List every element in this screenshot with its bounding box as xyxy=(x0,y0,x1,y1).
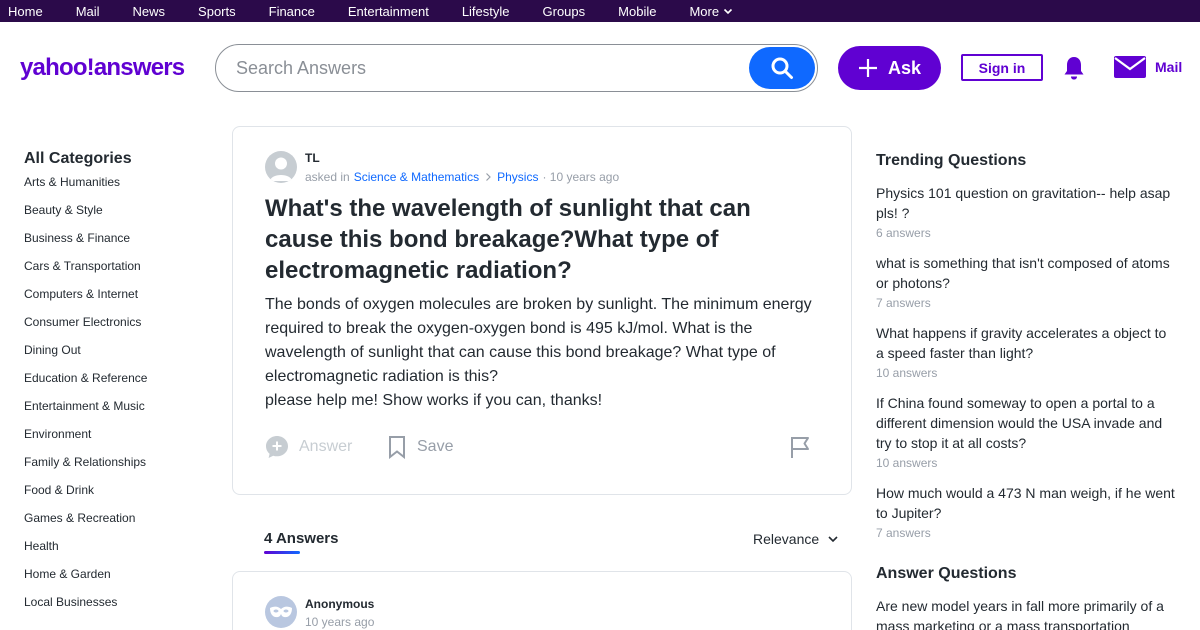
answerer-name: Anonymous xyxy=(305,597,375,611)
plus-icon xyxy=(858,59,877,77)
search-box xyxy=(215,44,818,92)
nav-mobile[interactable]: Mobile xyxy=(618,4,656,19)
chevron-down-icon xyxy=(828,536,838,543)
chevron-down-icon xyxy=(724,8,733,15)
trending-question-text: What happens if gravity accelerates a ob… xyxy=(876,325,1167,361)
search-icon xyxy=(771,57,793,79)
category-item[interactable]: Business & Finance xyxy=(24,230,214,258)
mail-icon xyxy=(1114,56,1146,78)
answer-button[interactable]: Answer xyxy=(265,435,352,459)
categories-title: All Categories xyxy=(24,150,132,167)
nav-lifestyle[interactable]: Lifestyle xyxy=(462,4,510,19)
question-meta: asked in Science & Mathematics Physics ·… xyxy=(305,170,619,184)
answer-time: 10 years ago xyxy=(305,615,375,629)
answer-questions-title: Answer Questions xyxy=(876,565,1017,582)
category-item[interactable]: Beauty & Style xyxy=(24,202,214,230)
bell-icon xyxy=(1064,57,1084,80)
answers-count: 4 Answers xyxy=(264,530,339,547)
subcategory-link[interactable]: Physics xyxy=(497,170,538,184)
open-question-text: Are new model years in fall more primari… xyxy=(876,598,1164,630)
nav-more-label: More xyxy=(689,3,720,19)
nav-news[interactable]: News xyxy=(133,4,166,19)
trending-question[interactable]: If China found someway to open a portal … xyxy=(876,393,1176,473)
report-button[interactable] xyxy=(789,435,821,459)
question-body: The bonds of oxygen molecules are broken… xyxy=(265,293,825,413)
trending-question[interactable]: How much would a 473 N man weigh, if he … xyxy=(876,483,1176,543)
category-item[interactable]: Dining Out xyxy=(24,342,214,370)
ask-label: Ask xyxy=(887,57,922,78)
top-nav-bar: Home Mail News Sports Finance Entertainm… xyxy=(0,0,1200,22)
nav-mail[interactable]: Mail xyxy=(76,4,100,19)
answer-card: Anonymous 10 years ago xyxy=(232,571,852,630)
category-item[interactable]: Local Businesses xyxy=(24,594,214,622)
question-time: · 10 years ago xyxy=(542,170,620,184)
category-item[interactable]: Family & Relationships xyxy=(24,454,214,482)
question-actions: Answer Save xyxy=(265,435,821,463)
category-item[interactable]: Cars & Transportation xyxy=(24,258,214,286)
category-item[interactable]: Games & Recreation xyxy=(24,510,214,538)
category-item[interactable]: Education & Reference xyxy=(24,370,214,398)
trending-question-text: Physics 101 question on gravitation-- he… xyxy=(876,185,1171,221)
nav-sports[interactable]: Sports xyxy=(198,4,236,19)
trending-question-text: what is something that isn't composed of… xyxy=(876,255,1170,291)
sign-in-button[interactable]: Sign in xyxy=(961,54,1043,81)
category-item[interactable]: Home & Garden xyxy=(24,566,214,594)
mail-label: Mail xyxy=(1155,59,1183,75)
category-item[interactable]: Consumer Electronics xyxy=(24,314,214,342)
bookmark-icon xyxy=(389,436,405,459)
nav-more[interactable]: More xyxy=(689,4,733,19)
answer-plus-icon xyxy=(266,436,288,458)
avatar xyxy=(265,596,297,628)
notifications-button[interactable] xyxy=(1062,55,1086,86)
trending-question[interactable]: What happens if gravity accelerates a ob… xyxy=(876,323,1176,383)
trending-answer-count: 7 answers xyxy=(876,526,931,540)
anonymous-mask-icon xyxy=(270,606,292,618)
asker-name[interactable]: TL xyxy=(305,151,320,165)
search-button[interactable] xyxy=(749,47,815,89)
save-button[interactable]: Save xyxy=(387,435,453,459)
right-rail: Trending Questions Physics 101 question … xyxy=(876,152,1176,630)
trending-title: Trending Questions xyxy=(876,152,1027,169)
category-item[interactable]: Computers & Internet xyxy=(24,286,214,314)
sort-label: Relevance xyxy=(753,531,820,547)
open-question[interactable]: Are new model years in fall more primari… xyxy=(876,596,1176,630)
avatar[interactable] xyxy=(265,151,297,183)
category-item[interactable]: Health xyxy=(24,538,214,566)
sort-dropdown[interactable]: Relevance xyxy=(753,531,839,547)
asked-in-label: asked in xyxy=(305,170,350,184)
chevron-right-icon xyxy=(486,173,491,181)
trending-answer-count: 10 answers xyxy=(876,366,938,380)
nav-finance[interactable]: Finance xyxy=(269,4,315,19)
save-label: Save xyxy=(417,438,454,455)
category-list: Arts & Humanities Beauty & Style Busines… xyxy=(24,174,214,622)
category-link[interactable]: Science & Mathematics xyxy=(354,170,479,184)
flag-icon xyxy=(791,437,809,458)
trending-question-text: How much would a 473 N man weigh, if he … xyxy=(876,485,1175,521)
question-body-text: The bonds of oxygen molecules are broken… xyxy=(265,296,812,385)
trending-answer-count: 6 answers xyxy=(876,226,931,240)
yahoo-answers-logo[interactable]: yahoo!answers xyxy=(20,54,185,82)
trending-question[interactable]: what is something that isn't composed of… xyxy=(876,253,1176,313)
question-title: What's the wavelength of sunlight that c… xyxy=(265,195,751,284)
trending-question[interactable]: Physics 101 question on gravitation-- he… xyxy=(876,183,1176,243)
ask-button[interactable]: Ask xyxy=(838,46,941,90)
nav-entertainment[interactable]: Entertainment xyxy=(348,4,429,19)
category-item[interactable]: Entertainment & Music xyxy=(24,398,214,426)
trending-answer-count: 7 answers xyxy=(876,296,931,310)
category-item[interactable]: Food & Drink xyxy=(24,482,214,510)
mail-link[interactable]: Mail xyxy=(1113,54,1182,80)
category-item[interactable]: Arts & Humanities xyxy=(24,174,214,202)
question-body-text: please help me! Show works if you can, t… xyxy=(265,392,603,409)
trending-question-text: If China found someway to open a portal … xyxy=(876,395,1163,451)
question-card: TL asked in Science & Mathematics Physic… xyxy=(232,126,852,495)
answer-label: Answer xyxy=(299,438,353,455)
category-item[interactable]: Environment xyxy=(24,426,214,454)
answers-tab-underline xyxy=(264,551,300,554)
search-input[interactable] xyxy=(236,57,736,79)
nav-groups[interactable]: Groups xyxy=(543,4,586,19)
avatar-icon xyxy=(270,157,292,181)
trending-answer-count: 10 answers xyxy=(876,456,938,470)
nav-home[interactable]: Home xyxy=(8,4,43,19)
category-sidebar: All Categories Arts & Humanities Beauty … xyxy=(24,150,214,622)
